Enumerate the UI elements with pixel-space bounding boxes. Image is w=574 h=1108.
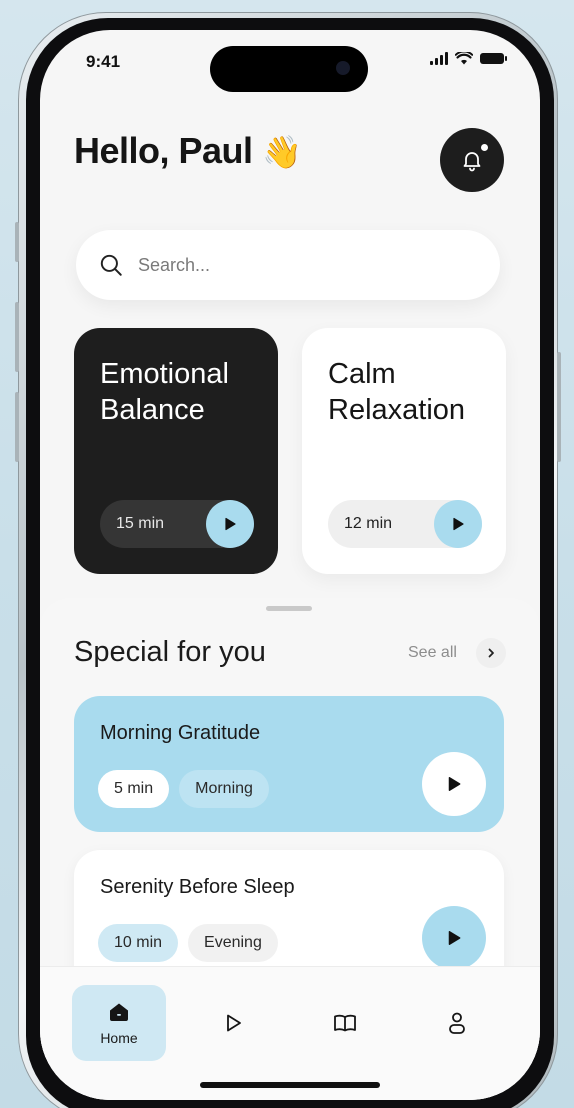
session-title: Morning Gratitude bbox=[100, 722, 261, 744]
wifi-icon bbox=[455, 52, 473, 65]
profile-icon bbox=[449, 1012, 465, 1034]
duration-pill: 15 min bbox=[100, 500, 254, 548]
search-input[interactable] bbox=[138, 254, 438, 276]
play-icon bbox=[225, 517, 236, 531]
duration-label: 15 min bbox=[116, 515, 165, 532]
waving-hand-icon: 👋 bbox=[262, 134, 302, 170]
sheet-handle[interactable] bbox=[266, 606, 312, 611]
duration-tag: 5 min bbox=[98, 770, 170, 808]
see-all-button[interactable] bbox=[476, 638, 506, 668]
volume-down-button bbox=[15, 392, 19, 462]
home-icon bbox=[110, 1003, 128, 1021]
greeting-text: Hello, Paul bbox=[74, 130, 253, 171]
tab-home[interactable]: Home bbox=[72, 985, 166, 1061]
play-button[interactable] bbox=[434, 500, 482, 548]
featured-card-title: Calm Relaxation bbox=[328, 358, 466, 426]
session-tags: 10 min Evening bbox=[98, 924, 278, 962]
notifications-button[interactable] bbox=[440, 128, 504, 192]
notification-dot bbox=[481, 144, 488, 151]
duration-pill: 12 min bbox=[328, 500, 482, 548]
camera-icon bbox=[336, 61, 350, 75]
tab-library[interactable] bbox=[298, 985, 392, 1061]
app-screen: 9:41 Hello, Paul 👋 Emotional Balance 15 bbox=[40, 30, 540, 1100]
chevron-right-icon bbox=[488, 648, 494, 658]
greeting-title: Hello, Paul 👋 bbox=[74, 130, 302, 172]
section-title: Special for you bbox=[74, 636, 266, 668]
session-tags: 5 min Morning bbox=[98, 770, 269, 808]
play-button[interactable] bbox=[422, 752, 486, 816]
volume-up-button bbox=[15, 302, 19, 372]
time-of-day-tag: Morning bbox=[179, 770, 269, 808]
featured-card-title: Emotional Balance bbox=[100, 358, 229, 426]
book-icon bbox=[334, 1014, 356, 1032]
session-card-morning-gratitude[interactable]: Morning Gratitude 5 min Morning bbox=[74, 696, 504, 832]
play-button[interactable] bbox=[422, 906, 486, 970]
play-icon bbox=[448, 777, 461, 791]
featured-card-emotional-balance[interactable]: Emotional Balance 15 min bbox=[74, 328, 278, 574]
play-icon bbox=[448, 931, 461, 945]
play-icon bbox=[227, 1014, 241, 1032]
session-title: Serenity Before Sleep bbox=[100, 876, 295, 898]
mute-switch bbox=[15, 222, 19, 262]
tab-label: Home bbox=[100, 1030, 138, 1046]
duration-label: 12 min bbox=[344, 515, 393, 532]
see-all-link[interactable]: See all bbox=[408, 644, 457, 662]
tab-play[interactable] bbox=[186, 985, 280, 1061]
status-time: 9:41 bbox=[86, 52, 121, 71]
play-icon bbox=[453, 517, 464, 531]
status-icons bbox=[430, 52, 507, 65]
battery-icon bbox=[480, 53, 507, 64]
cellular-signal-icon bbox=[430, 52, 448, 65]
duration-tag: 10 min bbox=[98, 924, 179, 962]
home-indicator[interactable] bbox=[200, 1082, 380, 1088]
search-bar[interactable] bbox=[76, 230, 500, 300]
tab-bar: Home bbox=[40, 966, 540, 1100]
bell-icon bbox=[463, 152, 481, 172]
featured-card-calm-relaxation[interactable]: Calm Relaxation 12 min bbox=[302, 328, 506, 574]
play-button[interactable] bbox=[206, 500, 254, 548]
power-button bbox=[557, 352, 561, 462]
dynamic-island bbox=[210, 46, 368, 92]
tab-profile[interactable] bbox=[410, 985, 504, 1061]
time-of-day-tag: Evening bbox=[188, 924, 278, 962]
search-icon bbox=[100, 254, 122, 276]
